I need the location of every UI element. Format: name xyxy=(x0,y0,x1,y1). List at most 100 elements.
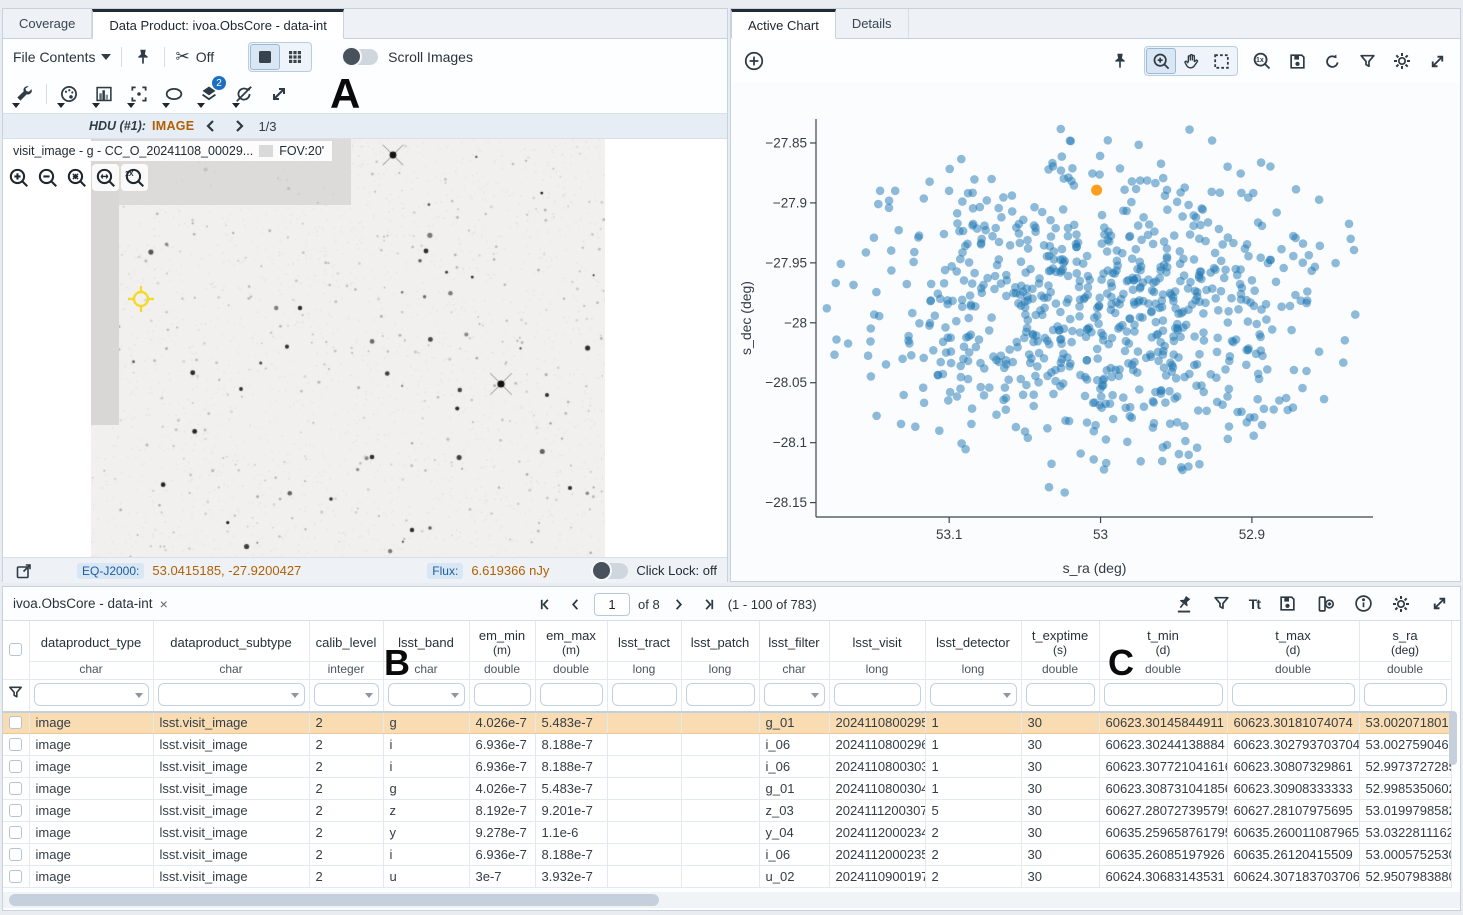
scatter-point[interactable] xyxy=(1163,253,1172,262)
scatter-point[interactable] xyxy=(1130,300,1139,309)
scatter-point[interactable] xyxy=(1064,173,1073,182)
table-cell[interactable]: 2 xyxy=(925,822,1021,844)
star-field-image[interactable] xyxy=(91,139,605,557)
row-checkbox[interactable] xyxy=(9,804,22,817)
column-header-em_min[interactable]: em_min(m) xyxy=(469,621,535,661)
scatter-point[interactable] xyxy=(1129,285,1138,294)
table-cell[interactable]: 8.192e-7 xyxy=(469,800,535,822)
scatter-point[interactable] xyxy=(1176,188,1185,197)
scatter-point[interactable] xyxy=(1083,418,1092,427)
scatter-point[interactable] xyxy=(1075,312,1084,321)
table-cell[interactable]: 1 xyxy=(925,734,1021,756)
table-cell[interactable]: 8.188e-7 xyxy=(535,756,607,778)
row-checkbox[interactable] xyxy=(9,738,22,751)
add-chart-icon[interactable] xyxy=(743,50,765,72)
scatter-point[interactable] xyxy=(1250,413,1259,422)
table-cell[interactable] xyxy=(607,866,681,888)
scatter-point[interactable] xyxy=(967,302,976,311)
pin-icon[interactable] xyxy=(1109,50,1131,72)
table-cell[interactable]: 2024112000235 xyxy=(829,844,925,866)
layers-icon[interactable]: 2 xyxy=(196,80,222,108)
scatter-point[interactable] xyxy=(1151,179,1160,188)
scatter-point[interactable] xyxy=(1019,216,1028,225)
table-cell[interactable]: 60627.28249729146 xyxy=(1099,888,1227,889)
scatter-point[interactable] xyxy=(1121,347,1130,356)
pan-hand-icon[interactable] xyxy=(1176,48,1206,74)
table-cell[interactable] xyxy=(607,712,681,734)
scatter-point[interactable] xyxy=(926,319,935,328)
scatter-point[interactable] xyxy=(1169,363,1178,372)
column-filter-input[interactable] xyxy=(687,684,754,705)
scatter-point[interactable] xyxy=(1135,385,1144,394)
scatter-point[interactable] xyxy=(1214,306,1223,315)
table-cell[interactable]: 1 xyxy=(925,712,1021,734)
table-cell[interactable]: y_04 xyxy=(759,822,829,844)
scatter-point[interactable] xyxy=(1299,239,1308,248)
table-cell[interactable] xyxy=(681,844,759,866)
table-cell[interactable]: 52.9510751501 xyxy=(1359,888,1451,889)
zoom-in-icon[interactable] xyxy=(5,164,32,191)
scatter-point[interactable] xyxy=(999,396,1008,405)
table-cell[interactable]: 30 xyxy=(1021,866,1099,888)
table-cell[interactable]: image xyxy=(29,756,153,778)
scatter-point[interactable] xyxy=(1095,301,1104,310)
scatter-point[interactable] xyxy=(945,187,954,196)
table-cell[interactable]: 2 xyxy=(309,778,383,800)
scatter-point[interactable] xyxy=(976,359,985,368)
scatter-point[interactable] xyxy=(953,219,962,228)
table-cell[interactable]: 60623.30807329861 xyxy=(1227,756,1359,778)
table-cell[interactable]: image xyxy=(29,844,153,866)
region-ellipse-icon[interactable] xyxy=(161,80,187,108)
column-header-lsst_visit[interactable]: lsst_visit xyxy=(829,621,925,661)
scatter-point[interactable] xyxy=(1229,239,1238,248)
scatter-point[interactable] xyxy=(1136,283,1145,292)
table-cell[interactable]: 2 xyxy=(309,888,383,889)
table-cell[interactable]: 6.936e-7 xyxy=(469,734,535,756)
scatter-point[interactable] xyxy=(1043,424,1052,433)
scatter-point[interactable] xyxy=(1267,256,1276,265)
scatter-point[interactable] xyxy=(1176,247,1185,256)
scatter-point[interactable] xyxy=(1163,205,1172,214)
scatter-point[interactable] xyxy=(1103,366,1112,375)
scatter-point[interactable] xyxy=(1108,391,1117,400)
scatter-point[interactable] xyxy=(970,175,979,184)
table-cell[interactable]: 2 xyxy=(309,844,383,866)
scatter-point[interactable] xyxy=(983,274,992,283)
table-cell[interactable]: 4.026e-7 xyxy=(469,712,535,734)
table-cell[interactable]: 6.936e-7 xyxy=(469,844,535,866)
scatter-point[interactable] xyxy=(899,391,908,400)
scatter-point[interactable] xyxy=(1049,390,1058,399)
scatter-point[interactable] xyxy=(959,355,968,364)
table-row[interactable]: imagelsst.visit_image2i6.936e-78.188e-7i… xyxy=(3,844,1451,866)
scatter-point[interactable] xyxy=(915,319,924,328)
table-cell[interactable]: 5.483e-7 xyxy=(535,778,607,800)
table-cell[interactable]: 5.483e-7 xyxy=(535,712,607,734)
table-cell[interactable]: 60623.30244138884 xyxy=(1099,734,1227,756)
scatter-point[interactable] xyxy=(1068,327,1077,336)
table-row[interactable]: imagelsst.visit_image2g4.026e-75.483e-7g… xyxy=(3,712,1451,734)
scatter-point[interactable] xyxy=(919,383,928,392)
table-cell[interactable]: 60627.28284949074 xyxy=(1227,888,1359,889)
scatter-point[interactable] xyxy=(958,296,967,305)
scatter-point[interactable] xyxy=(1108,334,1117,343)
filter-icon[interactable] xyxy=(1356,50,1378,72)
column-filter-input[interactable] xyxy=(835,684,920,705)
scatter-point[interactable] xyxy=(1067,338,1076,347)
scatter-point[interactable] xyxy=(1076,449,1085,458)
scatter-point[interactable] xyxy=(1248,276,1257,285)
scatter-point[interactable] xyxy=(1072,257,1081,266)
scatter-point[interactable] xyxy=(1093,311,1102,320)
scatter-point[interactable] xyxy=(987,313,996,322)
scatter-point[interactable] xyxy=(1158,457,1167,466)
scatter-point[interactable] xyxy=(1244,317,1253,326)
table-cell[interactable]: image xyxy=(29,822,153,844)
scatter-point[interactable] xyxy=(1002,405,1011,414)
scatter-point[interactable] xyxy=(1022,328,1031,337)
scatter-point[interactable] xyxy=(1217,257,1226,266)
table-row[interactable]: imagelsst.visit_image2g4.026e-75.483e-7g… xyxy=(3,778,1451,800)
scatter-point[interactable] xyxy=(1176,277,1185,286)
scatter-point[interactable] xyxy=(1115,365,1124,374)
scatter-point[interactable] xyxy=(985,383,994,392)
scatter-point[interactable] xyxy=(1055,326,1064,335)
scatter-point[interactable] xyxy=(1258,421,1267,430)
